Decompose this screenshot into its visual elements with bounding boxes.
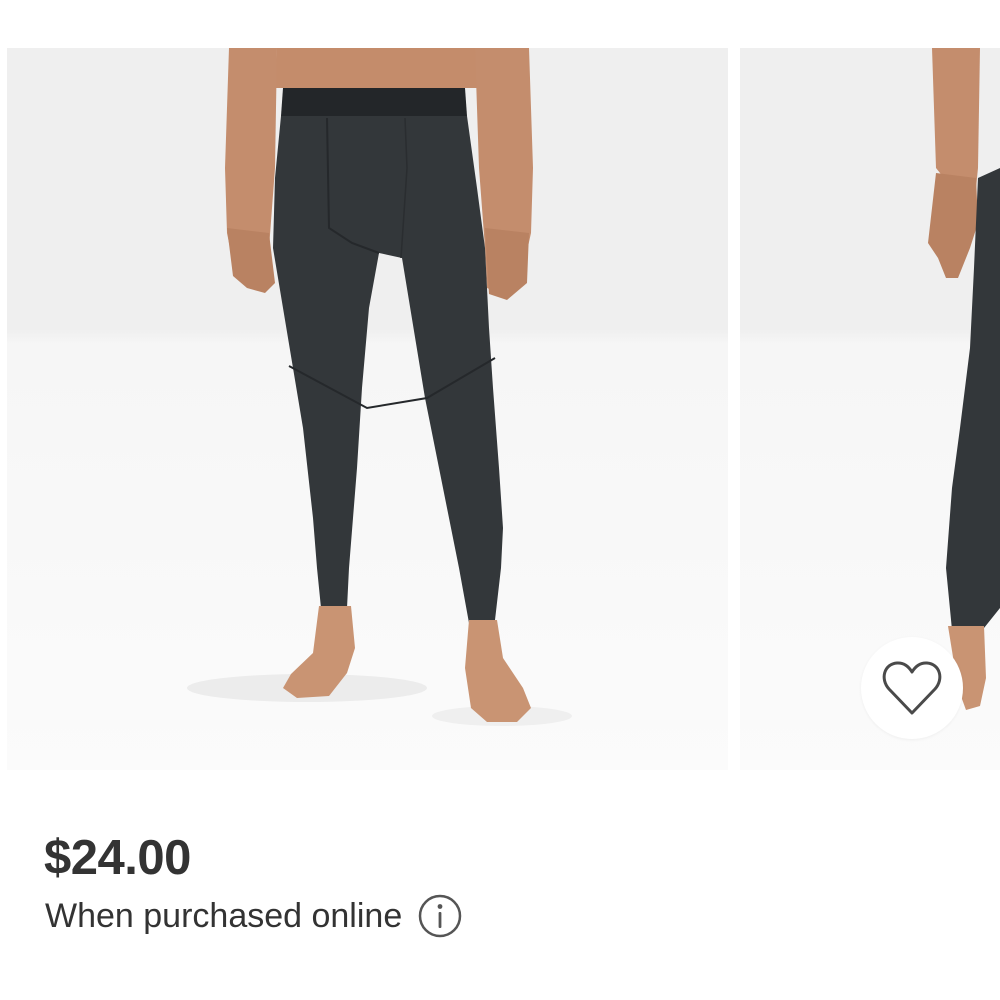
product-price: $24.00 xyxy=(44,831,191,885)
model-front-photo xyxy=(187,48,572,726)
price-note-label: When purchased online xyxy=(45,897,403,935)
product-image-carousel[interactable] xyxy=(0,48,1000,770)
price-note: When purchased online xyxy=(45,894,462,938)
price-info-button[interactable] xyxy=(418,894,462,938)
favorite-button[interactable] xyxy=(861,637,963,739)
product-image-main[interactable] xyxy=(7,48,728,770)
info-circle-icon xyxy=(418,894,462,938)
heart-outline-icon xyxy=(882,661,942,715)
